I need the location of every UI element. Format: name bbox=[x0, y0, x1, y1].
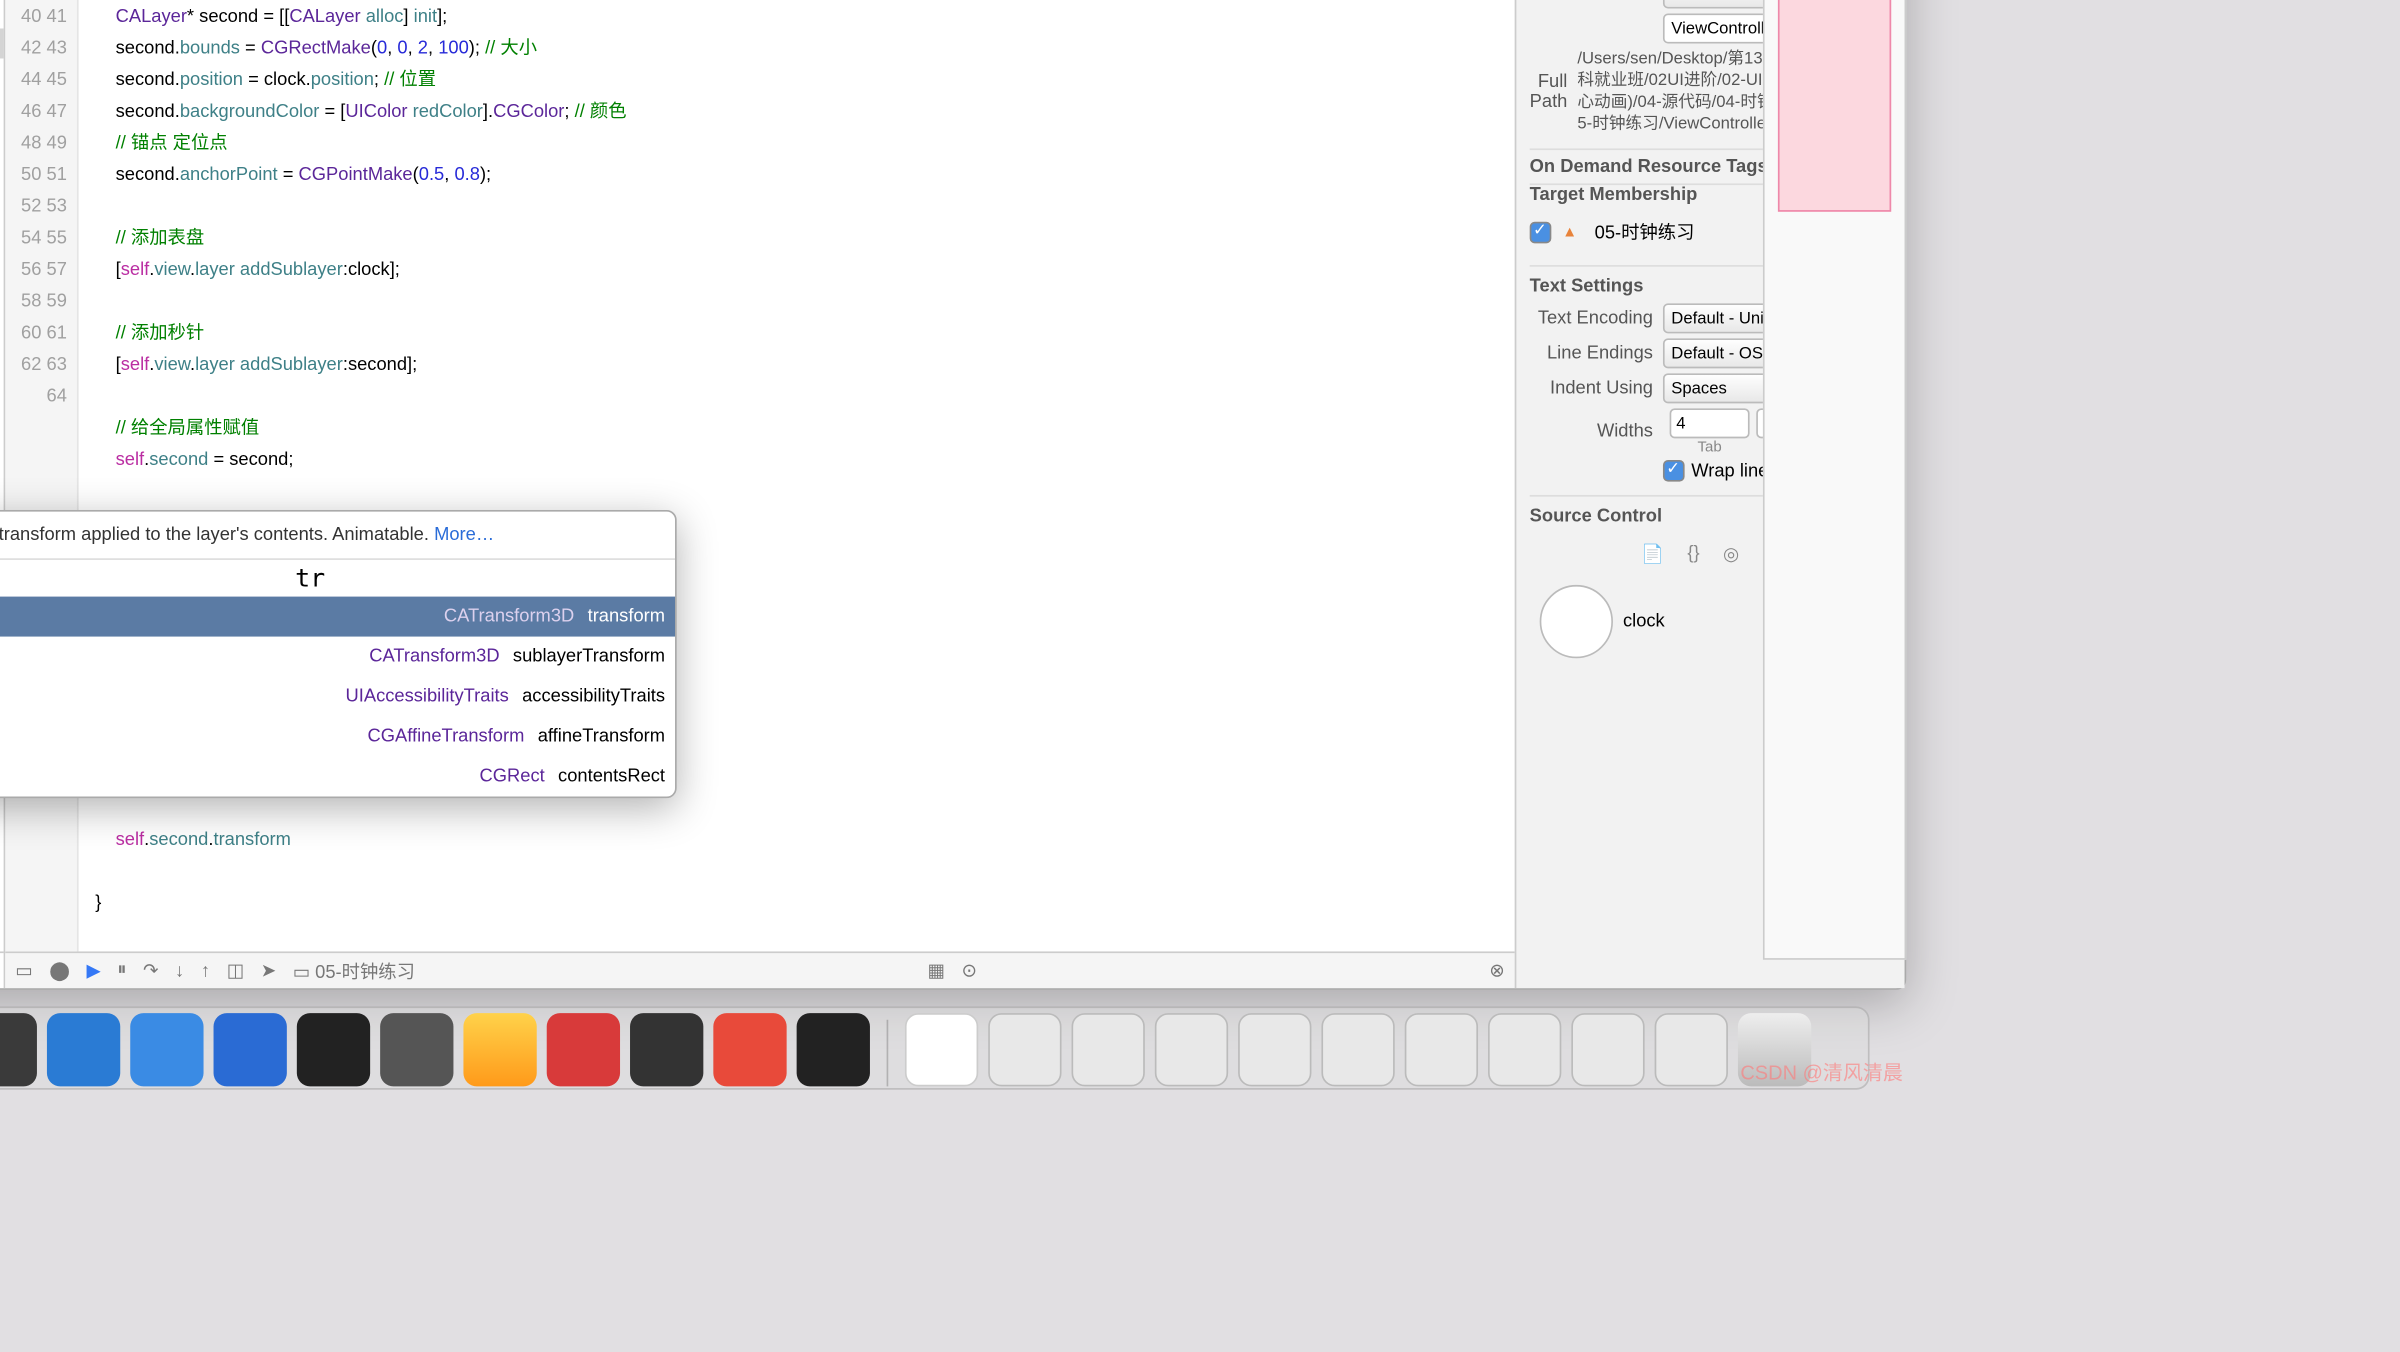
dock-app2[interactable] bbox=[129, 1013, 202, 1086]
tree-file-selected[interactable]: mViewController.m bbox=[0, 28, 4, 58]
tree-group[interactable]: ▶📁Products bbox=[0, 208, 4, 238]
dock-terminal[interactable] bbox=[296, 1013, 369, 1086]
dock-imovie[interactable] bbox=[0, 1013, 36, 1086]
dock-iterm[interactable] bbox=[796, 1013, 869, 1086]
tree-file[interactable]: hViewController.h bbox=[0, 0, 4, 28]
code-lines[interactable]: clock.cornerRadius = 100; clock.masksToB… bbox=[79, 0, 1515, 951]
simulator-window[interactable]: ⌂⚙☰ bbox=[1763, 0, 1906, 960]
dock-s[interactable] bbox=[713, 1013, 786, 1086]
step-into-button[interactable]: ↓ bbox=[175, 961, 184, 981]
toggle-debug-area-button[interactable]: ▭ bbox=[15, 960, 32, 982]
console-filter[interactable]: ⊙ bbox=[961, 960, 976, 982]
dock-min9[interactable] bbox=[1654, 1013, 1727, 1086]
completion-item[interactable]: MCGAffineTransform affineTransform bbox=[0, 717, 675, 757]
dock-min1[interactable] bbox=[987, 1013, 1060, 1086]
dock-min2[interactable] bbox=[1071, 1013, 1144, 1086]
indent-label: Indent Using bbox=[1530, 378, 1653, 398]
process-selector[interactable]: ▭ 05-时钟练习 bbox=[293, 957, 415, 984]
dock-min8[interactable] bbox=[1570, 1013, 1643, 1086]
sc-file-icon[interactable]: 📄 bbox=[1641, 543, 1664, 565]
view-debug-button[interactable]: ◫ bbox=[227, 960, 244, 982]
navigator-filter-bar: ＋ ⊙ bbox=[0, 951, 4, 988]
clear-console-button[interactable]: ⊗ bbox=[1489, 960, 1504, 982]
variables-view-button[interactable]: ▦ bbox=[927, 960, 944, 982]
completion-typed-text: tr bbox=[0, 560, 675, 597]
target-name: 05-时钟练习 bbox=[1595, 218, 1695, 245]
completion-item[interactable]: PCGRect contentsRect bbox=[0, 757, 675, 797]
dock-xcode[interactable] bbox=[213, 1013, 286, 1086]
simulator-screen bbox=[1778, 0, 1891, 212]
continue-button[interactable]: ▶ bbox=[86, 960, 100, 982]
breakpoints-button[interactable]: ⬤ bbox=[49, 960, 70, 982]
endings-label: Line Endings bbox=[1530, 343, 1653, 363]
dock-player[interactable] bbox=[904, 1013, 977, 1086]
pause-button[interactable]: ⏸ bbox=[117, 960, 126, 982]
sc-braces-icon[interactable]: {} bbox=[1687, 543, 1699, 565]
wrap-checkbox[interactable] bbox=[1663, 460, 1685, 482]
tree-file[interactable]: ◫Main.storyboard bbox=[0, 58, 4, 88]
completion-doc: The transform applied to the layer's con… bbox=[0, 512, 675, 560]
dock-min4[interactable] bbox=[1237, 1013, 1310, 1086]
dock-min5[interactable] bbox=[1321, 1013, 1394, 1086]
dock-min6[interactable] bbox=[1404, 1013, 1477, 1086]
code-editor[interactable]: 32 33 34 35 36 37 38 39 40 41 42 43 44 4… bbox=[5, 0, 1514, 951]
sc-circle-icon[interactable]: ◎ bbox=[1723, 543, 1739, 565]
tree-file[interactable]: ▦Assets.xcassets bbox=[0, 88, 4, 118]
tree-group[interactable]: ▶📁Supporting Files bbox=[0, 178, 4, 208]
doc-more-link[interactable]: More… bbox=[434, 525, 494, 545]
line-gutter[interactable]: 32 33 34 35 36 37 38 39 40 41 42 43 44 4… bbox=[5, 0, 78, 951]
completion-item[interactable]: PCATransform3D transform bbox=[0, 597, 675, 637]
dock bbox=[0, 996, 1920, 1093]
dock-settings[interactable] bbox=[379, 1013, 452, 1086]
code-completion-popup: The transform applied to the layer's con… bbox=[0, 510, 677, 798]
editor-area: ▦ 〈 〉 ▲05-时钟练习 〉 📁05-时钟练习 〉 mViewControl… bbox=[5, 0, 1514, 988]
project-tree[interactable]: ▼▲05-时钟练习 ▼📁05-时钟练习 hAppDelegate.h mAppD… bbox=[0, 0, 4, 951]
location-label: Location bbox=[1530, 0, 1653, 3]
completion-item[interactable]: PCATransform3D sublayerTransform bbox=[0, 637, 675, 677]
step-out-button[interactable]: ↑ bbox=[201, 961, 210, 981]
completion-item[interactable]: PUIAccessibilityTraits accessibilityTrai… bbox=[0, 677, 675, 717]
dock-min3[interactable] bbox=[1154, 1013, 1227, 1086]
fullpath-label: Full Path bbox=[1530, 72, 1568, 112]
tab-width-stepper[interactable]: 4 bbox=[1670, 408, 1750, 438]
location-button[interactable]: ➤ bbox=[261, 960, 276, 982]
step-over-button[interactable]: ↷ bbox=[143, 960, 158, 982]
dock-p[interactable] bbox=[546, 1013, 619, 1086]
xcode-window: ▶ ■ ▲05-时钟练习〉iPhone 6s Running 05-时钟练习 o… bbox=[0, 0, 1906, 990]
clock-thumbnail[interactable] bbox=[1540, 585, 1613, 658]
encoding-label: Text Encoding bbox=[1530, 308, 1653, 328]
widths-label: Widths bbox=[1530, 422, 1653, 442]
dock-sketch[interactable] bbox=[463, 1013, 536, 1086]
target-checkbox[interactable] bbox=[1530, 221, 1552, 243]
tags-heading: On Demand Resource Tags bbox=[1530, 157, 1768, 177]
tree-file[interactable]: ⓘInfo.plist bbox=[0, 148, 4, 178]
dock-min7[interactable] bbox=[1487, 1013, 1560, 1086]
dock-app1[interactable] bbox=[46, 1013, 119, 1086]
thumbnail-label: clock bbox=[1623, 612, 1665, 632]
dock-quicktime[interactable] bbox=[629, 1013, 702, 1086]
tree-file[interactable]: ◫LaunchScreen.storyboard bbox=[0, 118, 4, 148]
watermark: CSDN @清风清晨 bbox=[1740, 1058, 1902, 1086]
debug-bar: ▭ ⬤ ▶ ⏸ ↷ ↓ ↑ ◫ ➤ ▭ 05-时钟练习 ▦ ⊙ ⊗ bbox=[5, 951, 1514, 988]
